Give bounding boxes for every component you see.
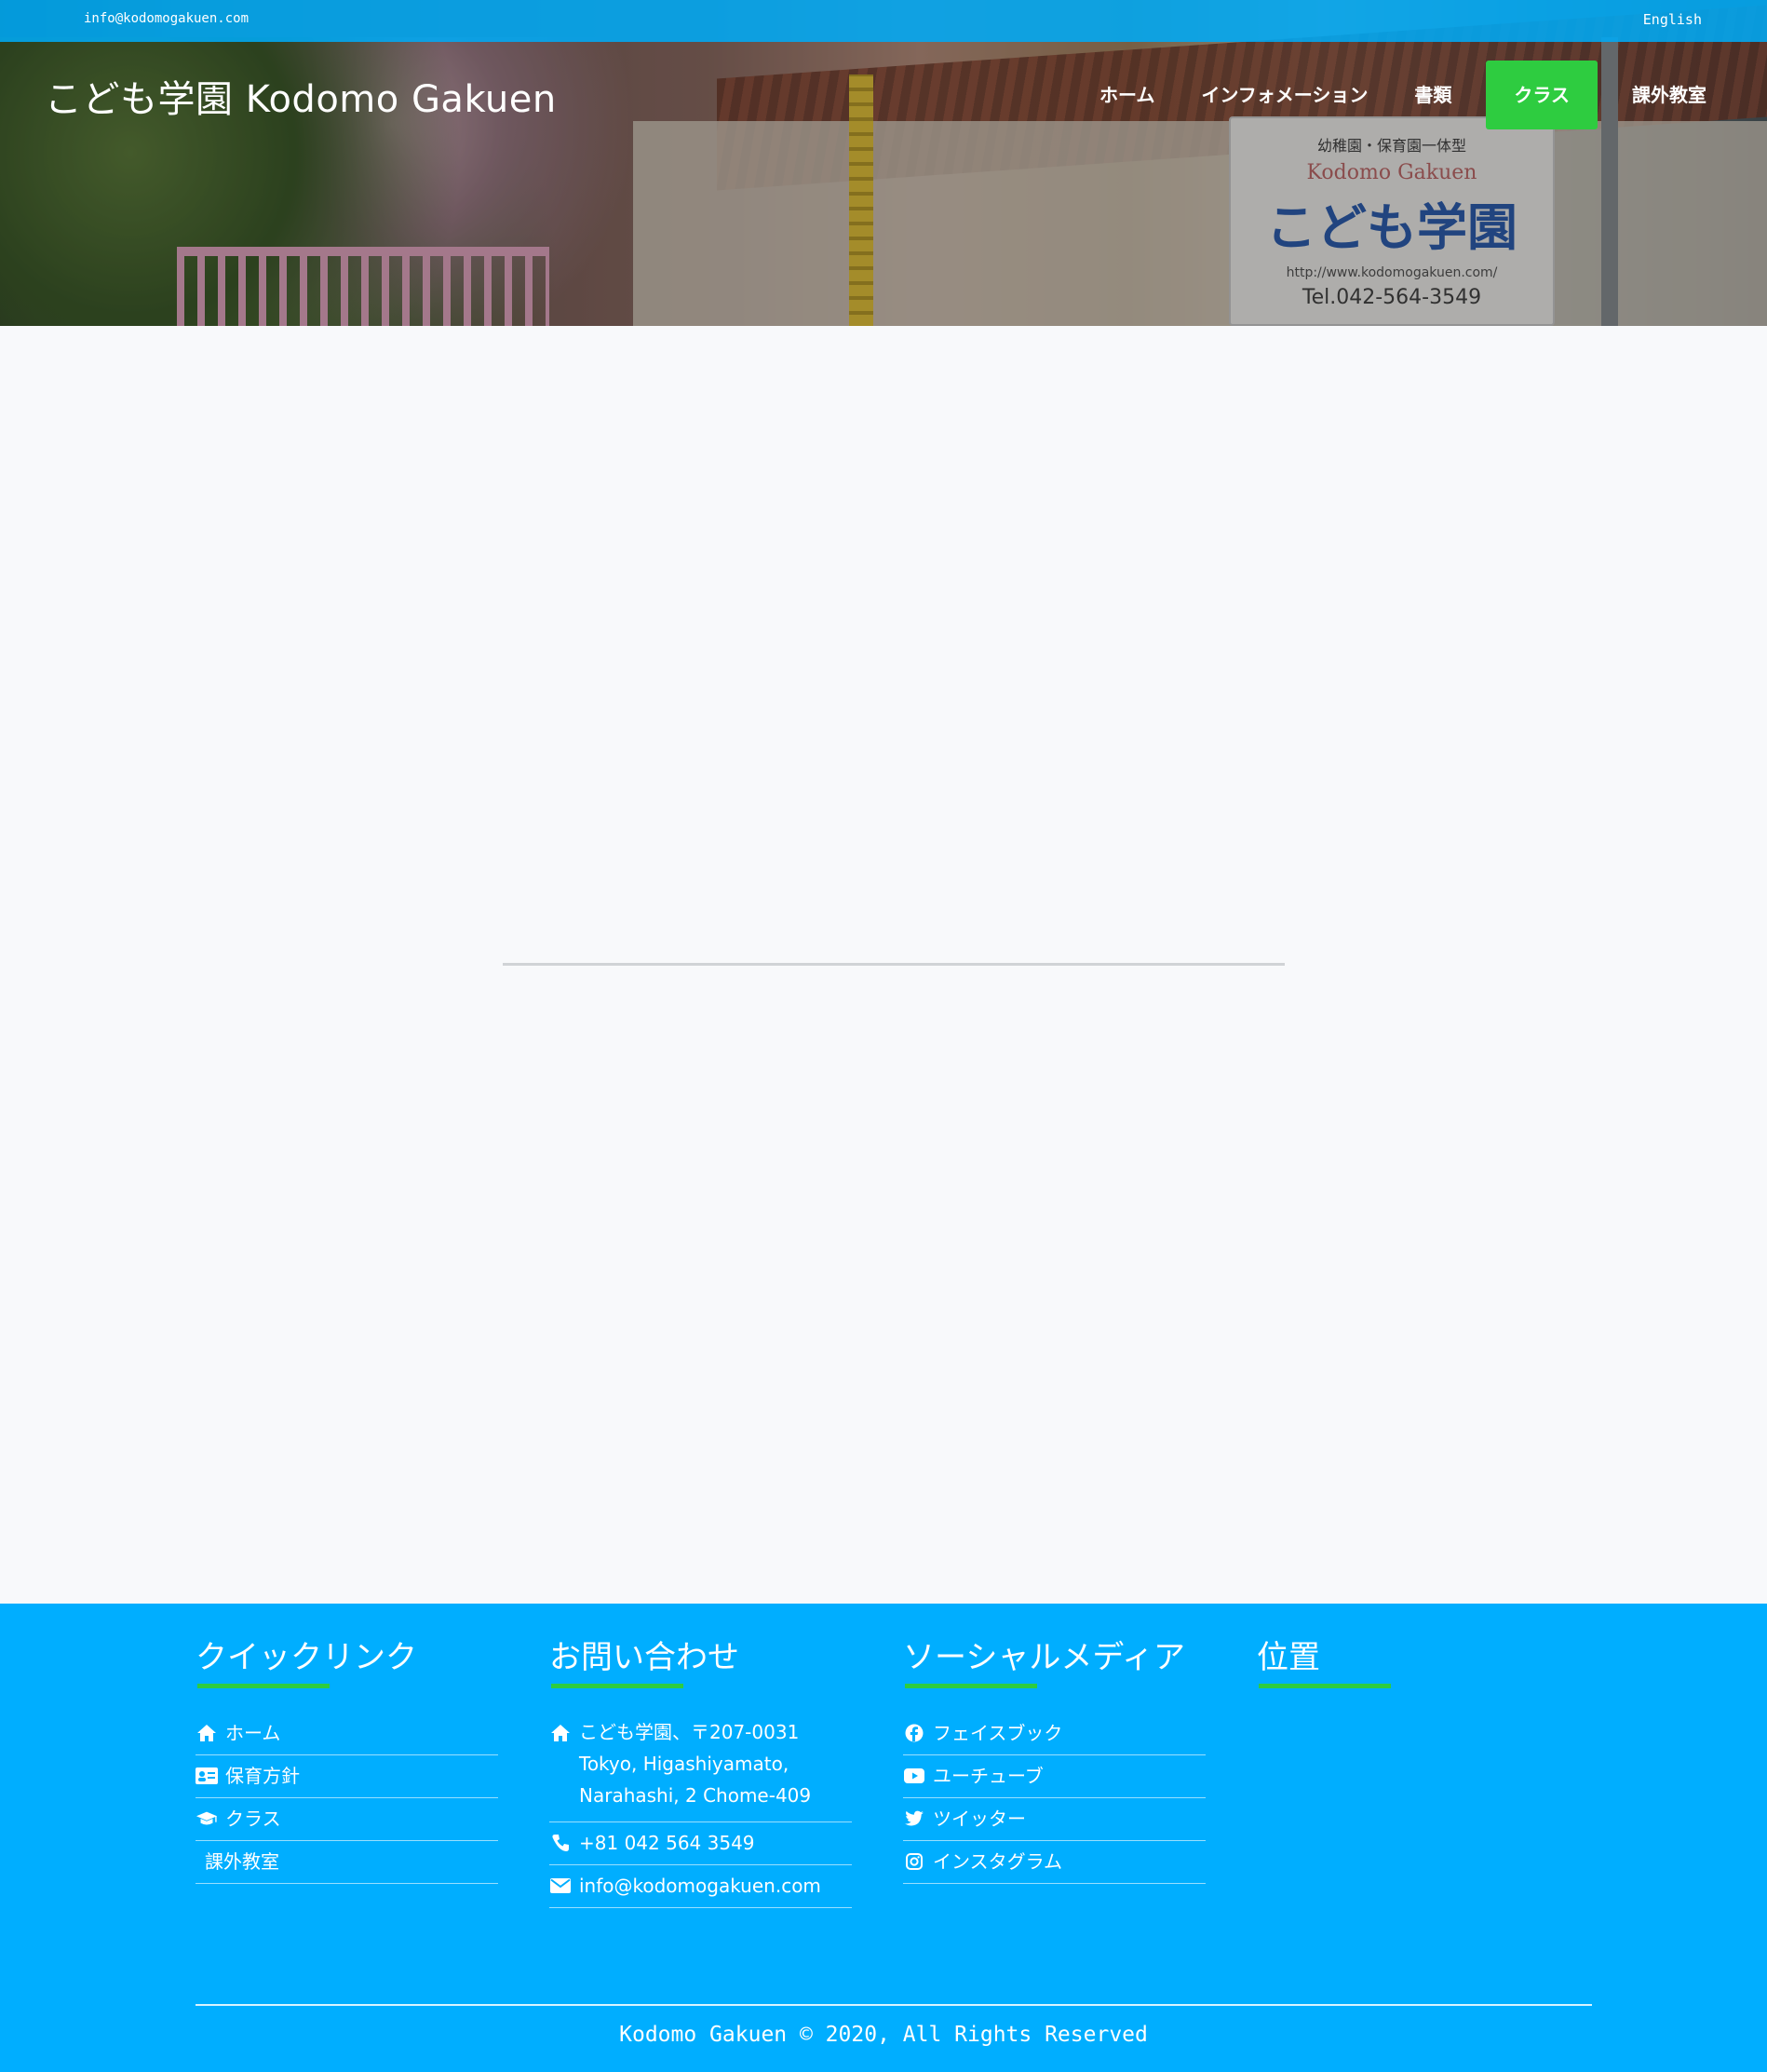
instagram-icon — [903, 1850, 925, 1873]
address-line: Tokyo, Higashiyamato, — [579, 1753, 789, 1775]
contact-phone[interactable]: +81 042 564 3549 — [549, 1822, 852, 1865]
footer-link-home[interactable]: ホーム — [196, 1713, 498, 1755]
social-twitter-link[interactable]: ツイッター — [903, 1798, 1206, 1841]
address-text: こども学園、〒207-0031 Tokyo, Higashiyamato, Na… — [579, 1716, 811, 1811]
footer-link-label: クラス — [225, 1808, 281, 1830]
footer-social: ソーシャルメディア フェイスブック ユーチューブ ツイッター インスタグラム — [903, 1632, 1206, 1884]
main-nav: ホーム インフォメーション 書類 クラス 課外教室 — [1076, 61, 1730, 129]
copyright-text: Kodomo Gakuen © 2020, All Rights Reserve… — [619, 2023, 1148, 2047]
social-youtube-link[interactable]: ユーチューブ — [903, 1755, 1206, 1798]
twitter-icon — [903, 1808, 925, 1830]
social-instagram-link[interactable]: インスタグラム — [903, 1841, 1206, 1884]
footer-location: 位置 — [1257, 1632, 1559, 1688]
topbar-email-link[interactable]: info@kodomogakuen.com — [84, 11, 249, 26]
phone-icon — [549, 1832, 572, 1854]
address-line: こども学園、〒207-0031 — [579, 1721, 800, 1743]
location-title: 位置 — [1257, 1632, 1391, 1688]
facebook-icon — [903, 1722, 925, 1744]
quick-links-title: クイックリンク — [196, 1632, 417, 1688]
footer-link-label: 保育方針 — [225, 1765, 300, 1787]
site-footer: クイックリンク ホーム 保育方針 クラス 課外教室 お問い合わせ こども学園、〒… — [0, 1604, 1767, 2072]
hero-overlay — [0, 0, 1767, 326]
footer-link-extracurricular[interactable]: 課外教室 — [196, 1841, 498, 1884]
social-facebook-link[interactable]: フェイスブック — [903, 1713, 1206, 1755]
graduation-cap-icon — [196, 1808, 218, 1830]
footer-divider — [196, 2004, 1592, 2006]
nav-classes[interactable]: クラス — [1486, 61, 1598, 129]
nav-home[interactable]: ホーム — [1076, 61, 1178, 129]
footer-quick-links: クイックリンク ホーム 保育方針 クラス 課外教室 — [196, 1632, 498, 1884]
language-switch-link[interactable]: English — [1643, 11, 1702, 28]
email-address: info@kodomogakuen.com — [579, 1875, 821, 1897]
social-title: ソーシャルメディア — [903, 1632, 1185, 1688]
social-label: ユーチューブ — [933, 1765, 1044, 1787]
content-divider — [503, 963, 1285, 966]
footer-link-label: ホーム — [225, 1722, 281, 1744]
nav-documents[interactable]: 書類 — [1391, 61, 1475, 129]
envelope-icon — [549, 1875, 572, 1897]
contact-title: お問い合わせ — [549, 1632, 739, 1688]
nav-extracurricular[interactable]: 課外教室 — [1609, 61, 1730, 129]
address-line: Narahashi, 2 Chome-409 — [579, 1784, 812, 1807]
footer-link-policy[interactable]: 保育方針 — [196, 1755, 498, 1798]
footer-link-label: 課外教室 — [205, 1850, 279, 1873]
social-label: フェイスブック — [933, 1722, 1063, 1744]
site-brand[interactable]: こども学園 Kodomo Gakuen — [45, 69, 557, 123]
social-label: インスタグラム — [933, 1850, 1062, 1873]
social-label: ツイッター — [933, 1808, 1026, 1830]
id-card-icon — [196, 1765, 218, 1787]
footer-link-classes[interactable]: クラス — [196, 1798, 498, 1841]
phone-number: +81 042 564 3549 — [579, 1832, 755, 1854]
nav-information[interactable]: インフォメーション — [1178, 61, 1391, 129]
footer-contact: お問い合わせ こども学園、〒207-0031 Tokyo, Higashiyam… — [549, 1632, 852, 1908]
home-icon — [196, 1722, 218, 1744]
youtube-icon — [903, 1765, 925, 1787]
home-icon — [549, 1722, 572, 1744]
hero-banner: 幼稚園・保育園一体型 Kodomo Gakuen こども学園 http://ww… — [0, 0, 1767, 326]
top-bar: info@kodomogakuen.com English — [0, 0, 1767, 42]
contact-email[interactable]: info@kodomogakuen.com — [549, 1865, 852, 1908]
contact-address: こども学園、〒207-0031 Tokyo, Higashiyamato, Na… — [549, 1713, 852, 1822]
